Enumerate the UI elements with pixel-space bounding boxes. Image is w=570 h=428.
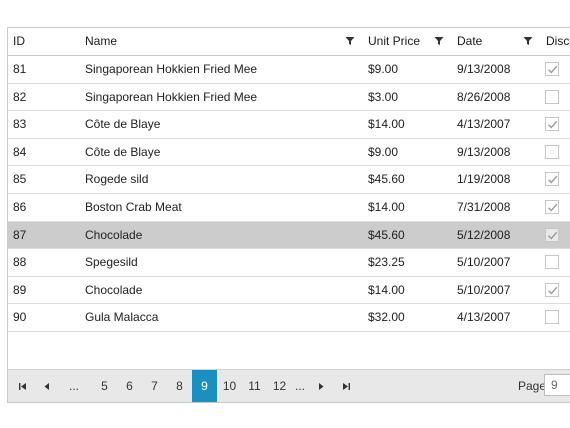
pager-ellipsis-right[interactable]: ... xyxy=(289,370,311,402)
page-button-11[interactable]: 11 xyxy=(242,370,267,402)
cell-date: 9/13/2008 xyxy=(457,62,511,76)
discontinued-checkbox[interactable] xyxy=(545,255,559,270)
cell-unit-price: $45.60 xyxy=(368,172,405,187)
checkmark-icon xyxy=(548,65,558,74)
table-row[interactable]: 81 Singaporean Hokkien Fried Mee $9.00 9/13… xyxy=(8,56,570,84)
unit-price-filter-icon[interactable] xyxy=(434,36,444,46)
checkmark-icon xyxy=(548,176,558,184)
table-row[interactable]: 89 Chocolade $14.00 5/10/2007 xyxy=(8,276,570,305)
checkmark-icon xyxy=(548,120,558,129)
page-number-input[interactable]: 9 xyxy=(544,374,570,396)
column-header-discontinued[interactable]: Disco xyxy=(546,28,570,55)
cell-unit-price: $14.00 xyxy=(368,282,405,297)
checkmark-icon xyxy=(548,231,558,240)
cell-id: 90 xyxy=(13,310,27,325)
cell-unit-price: $23.25 xyxy=(368,255,405,270)
first-page-icon xyxy=(18,383,26,391)
cell-date: 4/13/2007 xyxy=(457,117,511,132)
column-header-name[interactable]: Name xyxy=(85,28,117,55)
grid-rows: 81 Singaporean Hokkien Fried Mee $9.00 9/13… xyxy=(8,56,570,332)
column-header-date[interactable]: Date xyxy=(457,28,482,55)
cell-id: 87 xyxy=(13,227,27,242)
next-page-button[interactable] xyxy=(311,370,331,402)
previous-page-icon xyxy=(44,383,49,391)
cell-date: 8/26/2008 xyxy=(457,89,511,104)
table-row[interactable]: 83 Côte de Blaye $14.00 4/13/2007 xyxy=(8,111,570,139)
next-page-icon xyxy=(319,383,324,391)
cell-name: Boston Crab Meat xyxy=(85,199,182,214)
cell-id: 88 xyxy=(13,255,27,270)
cell-unit-price: $14.00 xyxy=(368,117,405,132)
cell-name: Spegesild xyxy=(85,255,138,270)
cell-unit-price: $45.60 xyxy=(368,227,405,242)
pager: ... 5 6 7 8 9 10 11 12 ... Page 9 xyxy=(8,369,570,402)
cell-name: Côte de Blaye xyxy=(85,117,161,132)
cell-date: 9/13/2008 xyxy=(457,144,511,159)
checkmark-icon xyxy=(548,286,558,295)
cell-name: Gula Malacca xyxy=(85,310,159,325)
cell-id: 82 xyxy=(13,89,27,104)
discontinued-checkbox[interactable] xyxy=(545,172,559,187)
page-label: Page xyxy=(518,379,547,393)
pager-ellipsis-left[interactable]: ... xyxy=(63,370,85,402)
cell-id: 83 xyxy=(13,117,27,132)
checkmark-icon xyxy=(548,203,558,212)
cell-unit-price: $32.00 xyxy=(368,310,405,325)
page-button-5[interactable]: 5 xyxy=(92,370,117,402)
discontinued-checkbox[interactable] xyxy=(545,282,559,297)
cell-unit-price: $3.00 xyxy=(368,89,399,104)
column-header-id[interactable]: ID xyxy=(13,28,25,55)
table-row[interactable]: 84 Côte de Blaye $9.00 9/13/2008 xyxy=(8,138,570,167)
cell-name: Chocolade xyxy=(85,282,143,297)
last-page-button[interactable] xyxy=(336,370,356,402)
discontinued-checkbox[interactable] xyxy=(545,62,559,76)
page-button-10[interactable]: 10 xyxy=(217,370,242,402)
cell-id: 89 xyxy=(13,282,27,297)
cell-date: 4/13/2007 xyxy=(457,310,511,325)
first-page-button[interactable] xyxy=(12,370,32,402)
cell-name: Rogede sild xyxy=(85,172,149,187)
table-row[interactable]: 82 Singaporean Hokkien Fried Mee $3.00 8/26… xyxy=(8,83,570,112)
previous-page-button[interactable] xyxy=(37,370,57,402)
cell-date: 1/19/2008 xyxy=(457,172,511,187)
table-row[interactable]: 90 Gula Malacca $32.00 4/13/2007 xyxy=(8,304,570,332)
discontinued-checkbox[interactable] xyxy=(545,144,559,159)
discontinued-checkbox[interactable] xyxy=(545,89,559,104)
table-row[interactable]: 87 Chocolade $45.60 5/12/2008 xyxy=(8,221,570,250)
page-button-7[interactable]: 7 xyxy=(142,370,167,402)
date-filter-icon[interactable] xyxy=(523,36,533,46)
cell-date: 5/10/2007 xyxy=(457,255,511,270)
name-filter-icon[interactable] xyxy=(345,36,355,46)
cell-name: Chocolade xyxy=(85,227,143,242)
cell-id: 85 xyxy=(13,172,27,187)
cell-name: Côte de Blaye xyxy=(85,144,161,159)
cell-id: 81 xyxy=(13,62,27,76)
cell-name: Singaporean Hokkien Fried Mee xyxy=(85,89,258,104)
cell-id: 86 xyxy=(13,199,27,214)
cell-id: 84 xyxy=(13,144,27,159)
cell-unit-price: $9.00 xyxy=(368,144,399,159)
cell-date: 7/31/2008 xyxy=(457,199,511,214)
cell-date: 5/12/2008 xyxy=(457,227,511,242)
grid-header: ID Name Unit Price Date Disco xyxy=(8,28,570,56)
page-button-6[interactable]: 6 xyxy=(117,370,142,402)
column-header-unit-price[interactable]: Unit Price xyxy=(368,28,420,55)
page-button-8[interactable]: 8 xyxy=(167,370,192,402)
discontinued-checkbox[interactable] xyxy=(545,310,559,325)
page-button-9[interactable]: 9 xyxy=(192,370,217,402)
last-page-icon xyxy=(342,383,350,391)
table-row[interactable]: 85 Rogede sild $45.60 1/19/2008 xyxy=(8,166,570,194)
discontinued-checkbox[interactable] xyxy=(545,227,559,242)
cell-unit-price: $14.00 xyxy=(368,199,405,214)
cell-name: Singaporean Hokkien Fried Mee xyxy=(85,62,258,76)
data-grid: ID Name Unit Price Date Disco 81 Singapor… xyxy=(7,27,570,403)
table-row[interactable]: 86 Boston Crab Meat $14.00 7/31/2008 xyxy=(8,193,570,222)
discontinued-checkbox[interactable] xyxy=(545,199,559,214)
table-row[interactable]: 88 Spegesild $23.25 5/10/2007 xyxy=(8,249,570,277)
cell-date: 5/10/2007 xyxy=(457,282,511,297)
discontinued-checkbox[interactable] xyxy=(545,117,559,132)
cell-unit-price: $9.00 xyxy=(368,62,399,76)
